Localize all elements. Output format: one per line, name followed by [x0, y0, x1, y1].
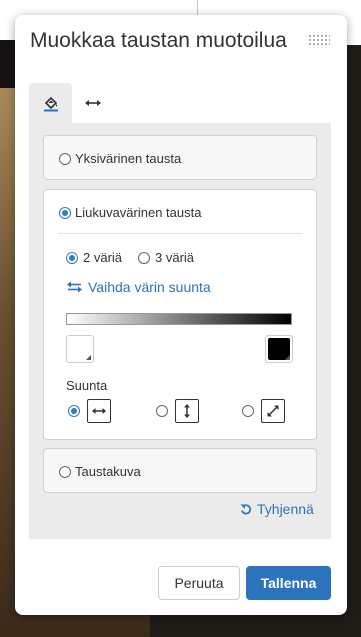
- tab-size[interactable]: [75, 83, 111, 123]
- gradient-label: Liukuvavärinen tausta: [75, 205, 202, 220]
- solid-label: Yksivärinen tausta: [75, 151, 182, 166]
- option-image[interactable]: Taustakuva: [59, 464, 141, 479]
- end-color-swatch[interactable]: [265, 335, 293, 363]
- cancel-button[interactable]: Peruuta: [158, 566, 240, 600]
- option-solid[interactable]: Yksivärinen tausta: [59, 151, 181, 166]
- save-button[interactable]: Tallenna: [246, 566, 331, 600]
- drag-handle-icon[interactable]: [308, 34, 330, 46]
- direction-horizontal-radio[interactable]: [68, 405, 80, 417]
- direction-horizontal-option[interactable]: [68, 399, 111, 423]
- colors-2-option[interactable]: 2 väriä: [66, 250, 122, 265]
- colors-3-option[interactable]: 3 väriä: [138, 250, 194, 265]
- direction-diagonal-radio[interactable]: [242, 405, 254, 417]
- colors-2-label: 2 väriä: [83, 250, 123, 265]
- colors-3-radio[interactable]: [138, 251, 150, 264]
- format-background-dialog: Muokkaa taustan muotoilua Yksivärinen ta…: [15, 15, 347, 615]
- option-gradient[interactable]: Liukuvavärinen tausta: [59, 205, 201, 220]
- clear-link[interactable]: Tyhjennä: [240, 501, 314, 517]
- direction-label: Suunta: [66, 378, 108, 393]
- dialog-title: Muokkaa taustan muotoilua: [30, 29, 287, 52]
- gradient-radio[interactable]: [59, 206, 71, 219]
- gradient-preview-bar[interactable]: [66, 313, 292, 325]
- colors-3-label: 3 väriä: [155, 250, 195, 265]
- image-label: Taustakuva: [75, 464, 141, 479]
- swap-arrows-icon: [67, 281, 82, 293]
- swap-direction-link[interactable]: Vaihda värin suunta: [66, 279, 211, 295]
- image-radio[interactable]: [59, 465, 71, 478]
- direction-diagonal-option[interactable]: [242, 399, 285, 423]
- diagonal-direction-icon: [261, 399, 285, 423]
- horizontal-direction-icon: [87, 399, 111, 423]
- horizontal-arrows-icon: [85, 100, 101, 106]
- direction-vertical-option[interactable]: [156, 399, 199, 423]
- tab-fill[interactable]: [29, 83, 72, 123]
- divider: [58, 233, 303, 234]
- undo-icon: [240, 504, 252, 515]
- direction-vertical-radio[interactable]: [156, 405, 168, 417]
- clear-label: Tyhjennä: [257, 501, 314, 517]
- paint-bucket-icon: [43, 96, 58, 112]
- start-color-swatch[interactable]: [66, 335, 94, 363]
- option-gradient-box: Liukuvavärinen tausta 2 väriä 3 väriä Va…: [43, 189, 317, 440]
- vertical-direction-icon: [175, 399, 199, 423]
- option-image-box[interactable]: Taustakuva: [43, 448, 317, 493]
- swap-direction-label: Vaihda värin suunta: [88, 279, 211, 295]
- tab-content-fill: Yksivärinen tausta Liukuvavärinen tausta…: [29, 123, 331, 539]
- solid-radio[interactable]: [59, 152, 71, 165]
- colors-2-radio[interactable]: [66, 251, 78, 264]
- option-solid-box[interactable]: Yksivärinen tausta: [43, 135, 317, 180]
